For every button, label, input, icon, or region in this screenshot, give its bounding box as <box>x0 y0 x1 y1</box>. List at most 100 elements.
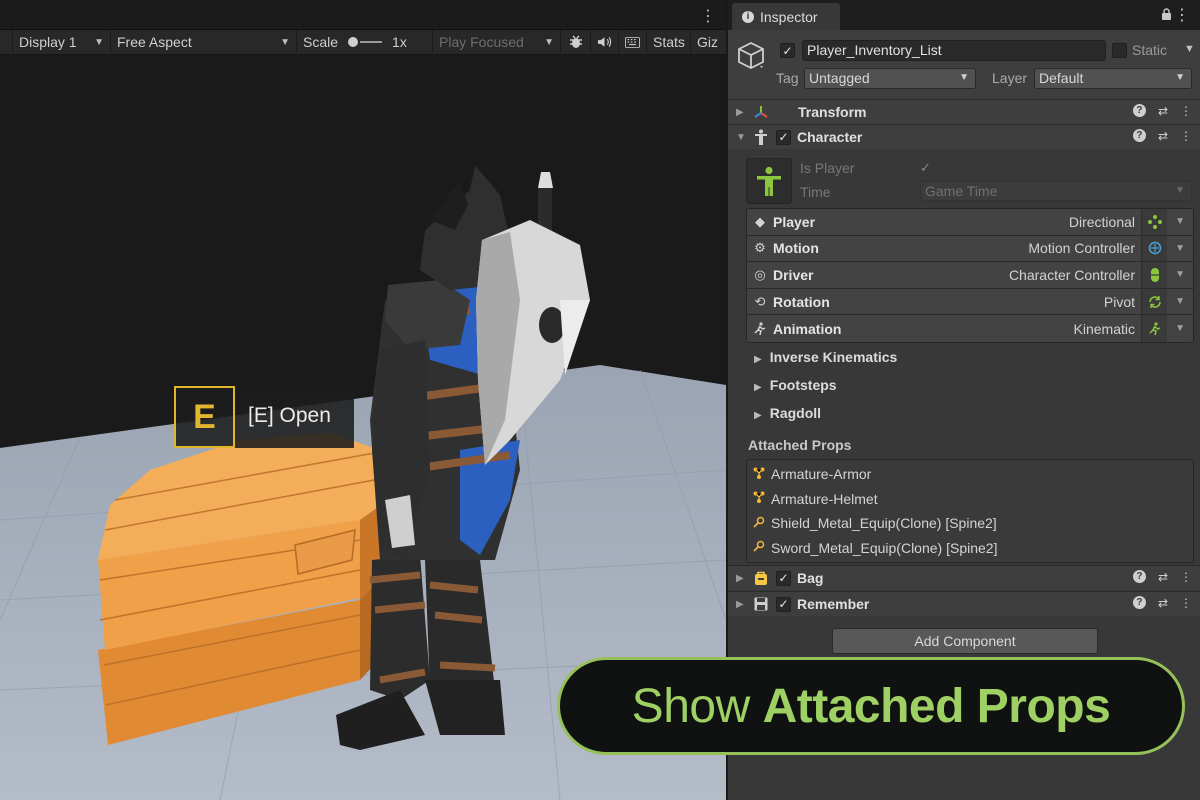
slider-knob[interactable] <box>348 37 359 47</box>
module-motion[interactable]: ⚙ Motion Motion Controller ▼ <box>747 235 1193 263</box>
chevron-down-icon[interactable]: ▼ <box>736 132 748 143</box>
help-icon[interactable]: ? <box>1132 596 1146 609</box>
aspect-dropdown[interactable]: Free Aspect ▼ <box>111 29 297 55</box>
chevron-down-icon[interactable]: ▼ <box>1184 43 1195 55</box>
game-toolbar: Display 1 ▼ Free Aspect ▼ Scale 1x Play … <box>0 29 726 55</box>
tab-inspector[interactable]: i Inspector <box>732 3 840 30</box>
chevron-down-icon: ▼ <box>94 36 104 48</box>
gizmos-button[interactable]: Giz <box>691 30 721 55</box>
prop-name: Armature-Helmet <box>771 490 878 507</box>
layer-dropdown[interactable]: Default ▼ <box>1034 68 1192 89</box>
list-item[interactable]: Armature-Armor <box>747 462 1193 487</box>
play-mode-dropdown[interactable]: Play Focused ▼ <box>433 29 561 55</box>
is-player-checkbox[interactable]: ✓ <box>920 160 931 176</box>
chevron-down-icon[interactable]: ▼ <box>1175 269 1185 280</box>
module-value: Kinematic <box>1073 320 1135 337</box>
module-player[interactable]: ◆ Player Directional ▼ <box>747 209 1193 236</box>
tab-inspector-label: Inspector <box>760 8 818 25</box>
bone-icon <box>753 491 771 506</box>
cube-icon[interactable] <box>736 40 766 70</box>
preset-icon[interactable]: ⇄ <box>1158 104 1168 118</box>
tag-dropdown[interactable]: Untagged ▼ <box>804 68 976 89</box>
list-item[interactable]: Sword_Metal_Equip(Clone) [Spine2] <box>747 536 1193 561</box>
chevron-down-icon[interactable]: ▼ <box>1175 216 1185 227</box>
chevron-down-icon[interactable]: ▼ <box>1175 243 1185 254</box>
static-checkbox[interactable] <box>1112 43 1127 58</box>
component-transform[interactable]: ▶ Transform ? ⇄ ⋮ <box>728 99 1200 124</box>
component-character[interactable]: ▼ ✓ Character ? ⇄ ⋮ <box>728 124 1200 149</box>
stats-label: Stats <box>653 34 685 50</box>
chevron-down-icon[interactable]: ▼ <box>1175 323 1185 334</box>
list-item[interactable]: Armature-Helmet <box>747 487 1193 512</box>
layer-label: Layer <box>992 70 1028 86</box>
bag-enabled-checkbox[interactable]: ✓ <box>776 570 791 586</box>
display-dropdown[interactable]: Display 1 ▼ <box>13 29 111 55</box>
interaction-prompt: E [E] Open <box>174 386 354 448</box>
gameobject-name-field[interactable]: Player_Inventory_List <box>802 40 1106 61</box>
capsule-icon <box>1141 262 1167 288</box>
active-checkbox[interactable]: ✓ <box>780 43 795 58</box>
module-value: Motion Controller <box>1028 240 1135 257</box>
list-item[interactable]: Shield_Metal_Equip(Clone) [Spine2] <box>747 511 1193 536</box>
component-title: Bag <box>797 570 824 586</box>
stats-button[interactable]: Stats <box>647 29 691 55</box>
scale-label: Scale <box>303 34 339 50</box>
help-icon[interactable]: ? <box>1132 570 1146 583</box>
preset-icon[interactable]: ⇄ <box>1158 129 1168 143</box>
module-name: Motion <box>773 240 819 257</box>
chevron-right-icon[interactable]: ▶ <box>736 599 748 610</box>
add-component-button[interactable]: Add Component <box>832 628 1098 654</box>
more-options-icon[interactable]: ⋮ <box>700 6 716 26</box>
component-remember[interactable]: ▶ ✓ Remember ? ⇄ ⋮ <box>728 591 1200 616</box>
toolbar-spacer <box>0 29 13 55</box>
chevron-right-icon[interactable]: ▶ <box>736 573 748 584</box>
component-bag[interactable]: ▶ ✓ Bag ? ⇄ ⋮ <box>728 565 1200 590</box>
prop-name: Sword_Metal_Equip(Clone) [Spine2] <box>771 539 998 556</box>
rotate-icon <box>1141 288 1167 315</box>
keyboard-icon[interactable] <box>619 29 647 55</box>
chevron-down-icon: ▼ <box>544 36 554 48</box>
more-options-icon[interactable]: ⋮ <box>1180 104 1192 118</box>
banner-text-bold: Attached Props <box>762 679 1111 733</box>
foldout-footsteps[interactable]: ▶ Footsteps <box>754 377 837 393</box>
component-title: Remember <box>797 596 870 612</box>
remember-enabled-checkbox[interactable]: ✓ <box>776 596 791 612</box>
more-options-icon[interactable]: ⋮ <box>1174 5 1190 25</box>
preset-icon[interactable]: ⇄ <box>1158 596 1168 610</box>
foldout-label: Footsteps <box>769 377 837 393</box>
lock-icon[interactable] <box>1161 8 1172 23</box>
attached-props-list: Armature-Armor Armature-Helmet Shield_Me… <box>746 459 1194 563</box>
foldout-ragdoll[interactable]: ▶ Ragdoll <box>754 405 821 421</box>
more-options-icon[interactable]: ⋮ <box>1180 129 1192 143</box>
layer-value: Default <box>1039 70 1084 86</box>
component-title: Transform <box>798 104 867 120</box>
chevron-down-icon[interactable]: ▼ <box>1175 296 1185 307</box>
running-man-icon <box>747 322 773 336</box>
module-animation[interactable]: Animation Kinematic ▼ <box>747 315 1193 342</box>
audio-icon[interactable] <box>591 29 619 55</box>
transform-icon <box>750 104 772 120</box>
component-title: Character <box>797 129 863 145</box>
chevron-right-icon[interactable]: ▶ <box>736 107 748 118</box>
module-driver[interactable]: ◎ Driver Character Controller ▼ <box>747 262 1193 289</box>
module-value: Character Controller <box>1008 266 1135 283</box>
scale-slider[interactable]: Scale 1x <box>297 29 433 55</box>
slider-track[interactable] <box>360 41 383 43</box>
help-icon[interactable]: ? <box>1132 129 1146 142</box>
bag-icon <box>750 570 772 586</box>
prompt-label: [E] Open <box>248 404 331 427</box>
chevron-right-icon: ▶ <box>754 410 762 421</box>
foldout-label: Inverse Kinematics <box>769 349 898 365</box>
more-options-icon[interactable]: ⋮ <box>1180 596 1192 610</box>
module-rotation[interactable]: ⟲ Rotation Pivot ▼ <box>747 288 1193 316</box>
help-icon[interactable]: ? <box>1132 104 1146 117</box>
module-name: Rotation <box>773 293 830 310</box>
game-tab-bar: ⋮ <box>0 0 726 30</box>
character-enabled-checkbox[interactable]: ✓ <box>776 129 791 145</box>
foldout-inverse-kinematics[interactable]: ▶ Inverse Kinematics <box>754 349 897 365</box>
bone-icon <box>753 467 771 482</box>
more-options-icon[interactable]: ⋮ <box>1180 570 1192 584</box>
bug-icon[interactable] <box>561 29 591 55</box>
preset-icon[interactable]: ⇄ <box>1158 570 1168 584</box>
time-dropdown[interactable]: Game Time ▼ <box>920 181 1192 201</box>
